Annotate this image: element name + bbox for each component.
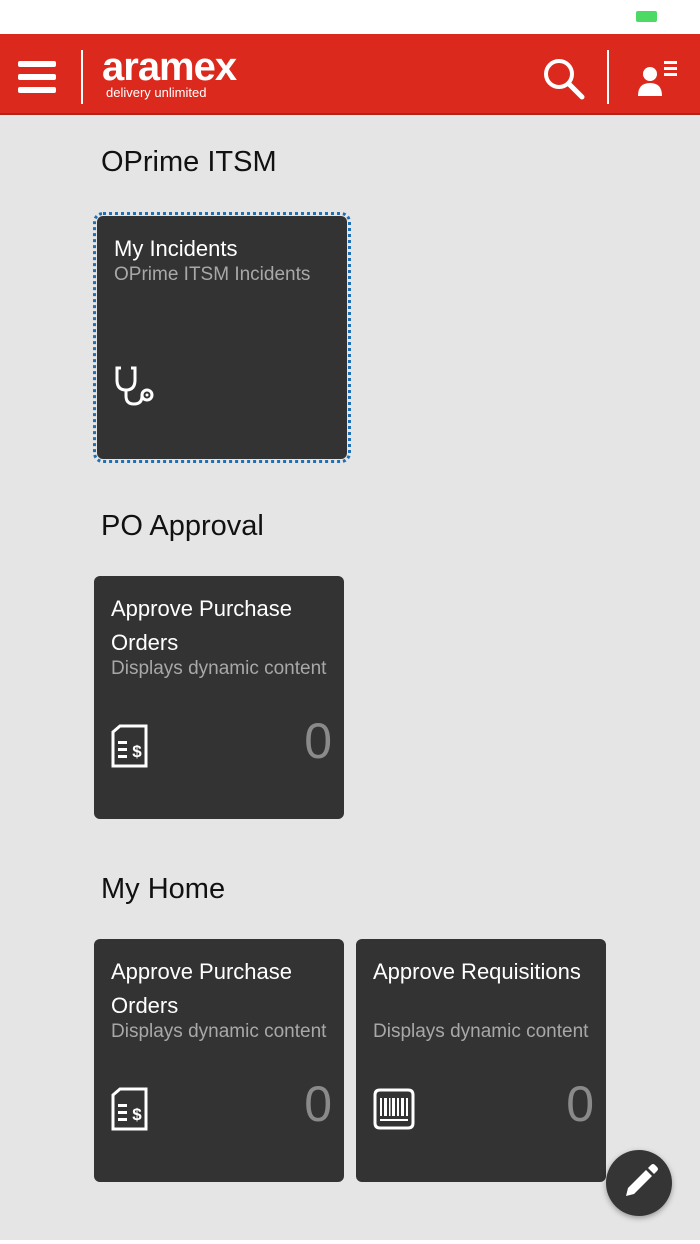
aramex-logo: aramex delivery unlimited — [102, 45, 237, 100]
tile-my-incidents[interactable]: My Incidents OPrime ITSM Incidents — [93, 212, 351, 463]
status-bar — [0, 0, 700, 34]
tile-approve-purchase-orders[interactable]: Approve Purchase Orders Displays dynamic… — [94, 576, 344, 819]
tile-subtitle: Displays dynamic content — [111, 1021, 327, 1042]
header-divider — [81, 50, 83, 104]
bottom-strip — [0, 1240, 700, 1244]
group-title-my-home: My Home — [101, 873, 226, 905]
user-menu-icon[interactable] — [634, 56, 682, 100]
stethoscope-icon — [113, 364, 157, 408]
logo-word: aramex — [102, 45, 237, 89]
tile-count: 0 — [304, 1076, 332, 1132]
barcode-icon — [372, 1087, 416, 1131]
invoice-dollar-icon: $ — [110, 724, 154, 768]
group-title-oprime-itsm: OPrime ITSM — [101, 146, 277, 178]
search-icon[interactable] — [541, 56, 587, 102]
battery-icon — [636, 11, 657, 22]
header-divider — [607, 50, 609, 104]
svg-text:$: $ — [132, 1105, 142, 1124]
tile-subtitle: Displays dynamic content — [373, 1021, 589, 1042]
tile-count: 0 — [304, 713, 332, 769]
tile-approve-requisitions[interactable]: Approve Requisitions Displays dynamic co… — [356, 939, 606, 1182]
group-title-po-approval: PO Approval — [101, 510, 264, 542]
tile-title: My Incidents — [114, 236, 238, 261]
svg-text:$: $ — [132, 742, 142, 761]
edit-pencil-icon[interactable] — [606, 1150, 672, 1216]
tile-title: Approve Purchase Orders — [111, 596, 292, 655]
tile-approve-purchase-orders[interactable]: Approve Purchase Orders Displays dynamic… — [94, 939, 344, 1182]
tile-title: Approve Requisitions — [373, 959, 581, 984]
tile-count: 0 — [566, 1076, 594, 1132]
tile-subtitle: OPrime ITSM Incidents — [114, 264, 311, 285]
tile-subtitle: Displays dynamic content — [111, 658, 327, 679]
hamburger-menu-icon[interactable] — [18, 61, 56, 95]
app-header: aramex delivery unlimited — [0, 34, 700, 115]
tile-title: Approve Purchase Orders — [111, 959, 292, 1018]
invoice-dollar-icon: $ — [110, 1087, 154, 1131]
